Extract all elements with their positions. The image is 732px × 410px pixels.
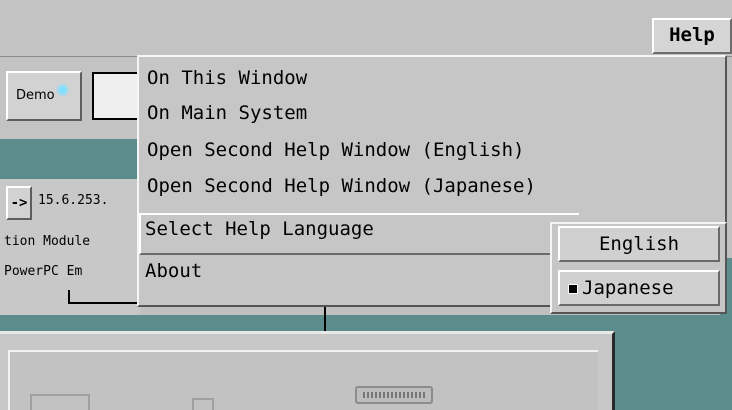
language-option-japanese[interactable]: Japanese [558,270,720,306]
hardware-diagram-inner [8,350,598,410]
ip-address-label: 15.6.253. [38,193,109,208]
menu-item-on-this-window[interactable]: On This Window [147,67,307,89]
help-menu-button[interactable]: Help [652,18,732,54]
connector-port-icon [355,386,433,404]
slot-outline [30,394,90,410]
menu-item-on-main-system[interactable]: On Main System [147,102,307,124]
arrow-button[interactable]: -> [6,186,32,220]
menu-item-highlight [139,213,579,255]
starburst-icon: ✺ [56,77,70,102]
slot-outline [192,398,214,410]
menubar [0,0,732,57]
emulator-label: PowerPC Em [4,264,83,279]
module-label: tion Module [4,234,91,249]
selected-radio-icon [568,283,578,294]
language-option-label: Japanese [582,277,674,299]
menu-item-open-help-english[interactable]: Open Second Help Window (English) [147,139,525,161]
desktop-band [0,139,140,179]
toolbar-field[interactable] [92,72,140,120]
menu-item-open-help-japanese[interactable]: Open Second Help Window (Japanese) [147,175,536,197]
language-option-english[interactable]: English [558,226,720,262]
